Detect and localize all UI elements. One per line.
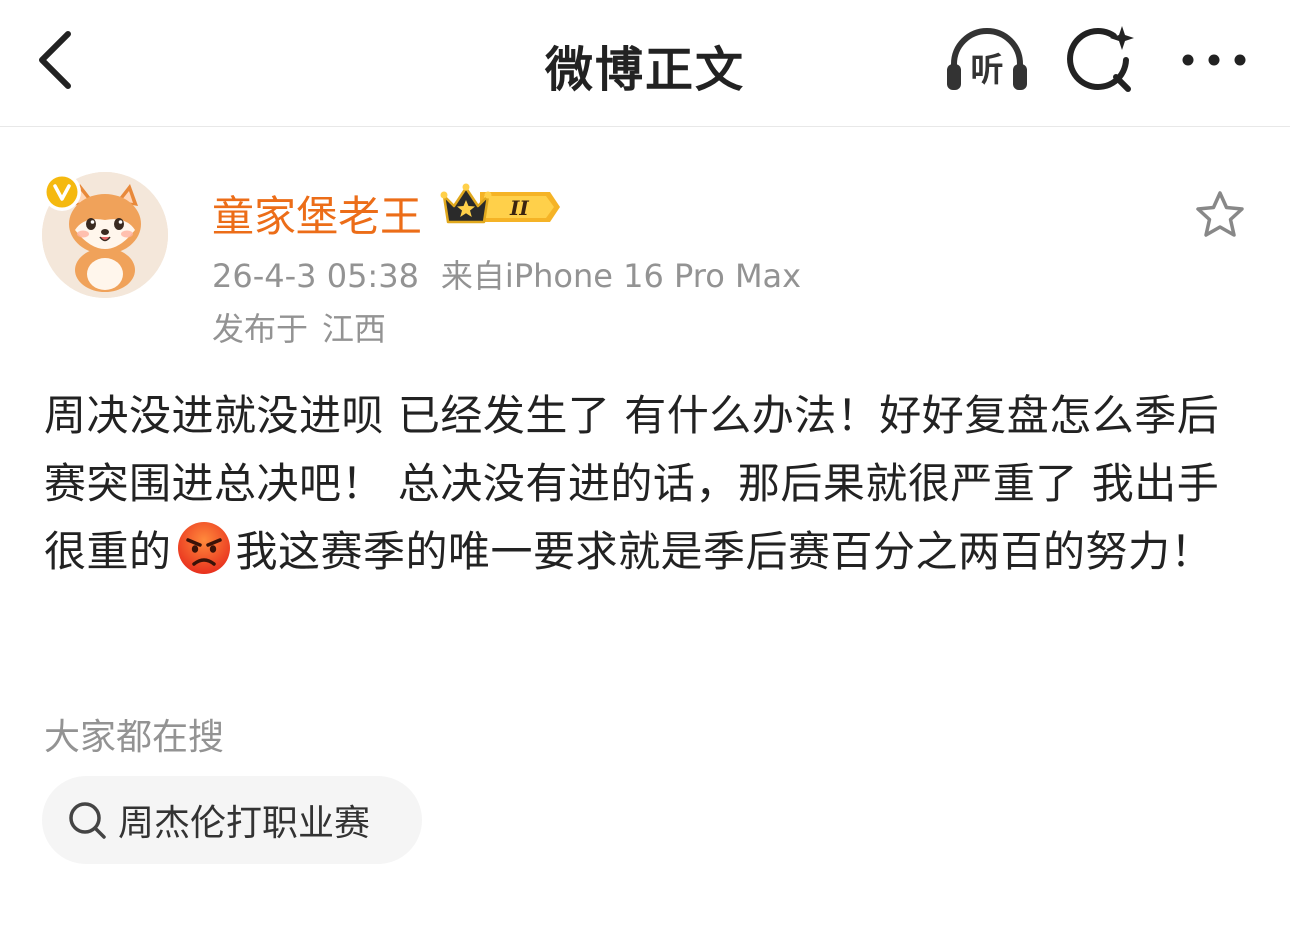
location-label: 发布于 — [212, 310, 309, 348]
avatar[interactable] — [42, 172, 168, 298]
vip-level-text: II — [509, 196, 529, 220]
post-meta: 26-4-3 05:38 来自iPhone 16 Pro Max — [212, 251, 801, 297]
sparkle-search-icon — [1067, 26, 1134, 92]
favorite-button[interactable] — [1194, 190, 1246, 240]
trending-search-label: 周杰伦打职业赛 — [118, 803, 371, 844]
listen-label: 听 — [970, 50, 1004, 89]
post-time: 26-4-3 05:38 — [212, 257, 419, 295]
top-navbar: 微博正文 听 — [0, 0, 1290, 127]
trending-search-chip[interactable]: 周杰伦打职业赛 — [42, 776, 422, 864]
listen-button[interactable]: 听 — [944, 24, 1030, 96]
trending-heading: 大家都在搜 — [44, 717, 225, 758]
post-source: 来自iPhone 16 Pro Max — [440, 257, 802, 295]
search-icon — [69, 802, 106, 839]
angry-face-emoji-icon — [177, 522, 230, 574]
author-name[interactable]: 童家堡老王 — [212, 183, 422, 244]
star-icon — [1196, 191, 1244, 237]
chevron-left-icon — [39, 31, 71, 89]
more-dots-icon — [1182, 54, 1246, 66]
more-button[interactable] — [1176, 36, 1252, 84]
post-location: 发布于 江西 — [212, 304, 386, 350]
back-button[interactable] — [30, 28, 90, 92]
verified-badge-icon — [43, 173, 81, 211]
post-text-part-2: 我这赛季的唯一要求就是季后赛百分之两百的努力！ — [235, 527, 1214, 576]
location-value: 江西 — [322, 310, 387, 348]
vip-crown-badge-icon[interactable]: II — [440, 182, 564, 232]
search-button[interactable] — [1064, 24, 1136, 96]
post-content: 周决没进就没进呗 已经发生了 有什么办法！好好复盘怎么季后赛突围进总决吧！ 总决… — [44, 382, 1254, 586]
page-title: 微博正文 — [544, 42, 745, 98]
